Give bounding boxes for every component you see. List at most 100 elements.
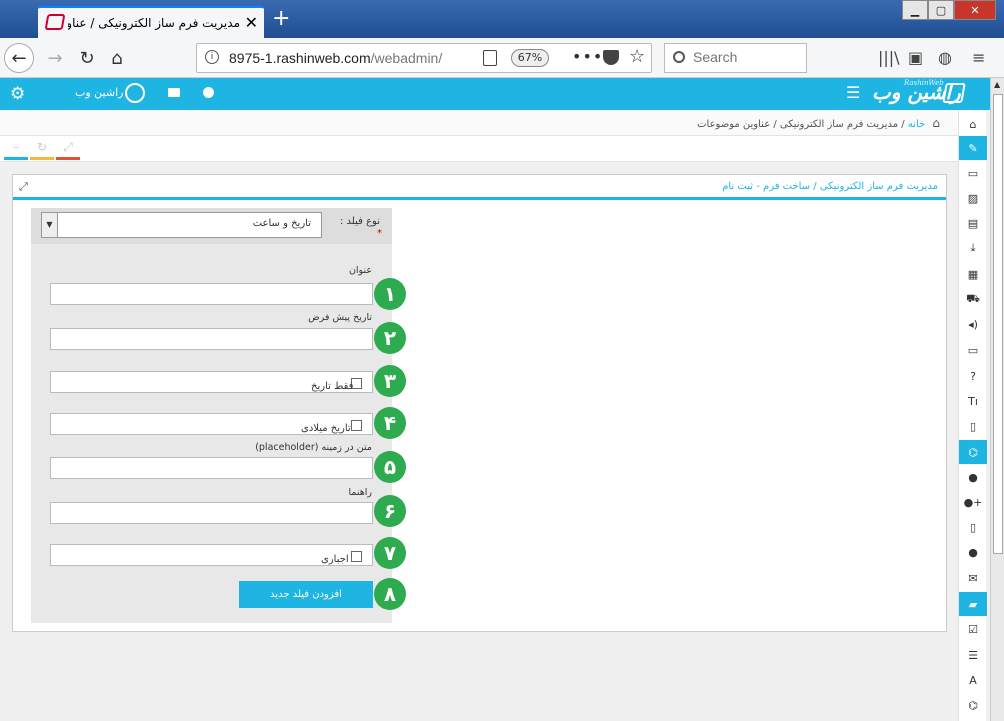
sidebar-form-icon[interactable]: ⌬ (959, 440, 987, 464)
sidebar-cart-icon[interactable]: ⛟ (959, 287, 987, 311)
sidebar-home-icon[interactable]: ⌂ (959, 112, 987, 136)
sidebar-mail-icon[interactable]: ✉ (959, 566, 987, 590)
pocket-icon[interactable] (603, 50, 619, 65)
sidebar-card-icon[interactable]: ▭ (959, 161, 987, 185)
gear-icon[interactable]: ⚙ (10, 84, 25, 104)
minimize-panel-button[interactable]: – (4, 140, 28, 160)
step-badge-5: ۵ (374, 451, 406, 483)
sidebar-settings-icon[interactable]: ⌬ (959, 693, 987, 717)
required-checkbox[interactable] (351, 551, 362, 562)
required-mark: * (377, 228, 382, 239)
bookmark-star-icon[interactable]: ☆ (629, 46, 645, 67)
page-actions-icon[interactable]: ••• (572, 47, 603, 66)
breadcrumb-home-link[interactable]: خانه (908, 119, 925, 130)
sidebar-image-icon[interactable]: ▨ (959, 186, 987, 210)
new-tab-icon[interactable]: + (272, 8, 290, 30)
add-field-button[interactable]: افزودن فیلد جدید (239, 581, 373, 608)
field-type-label: نوع فیلد : (340, 216, 380, 227)
maximize-button[interactable]: ▢ (928, 0, 954, 20)
user-name[interactable]: راشین وب (75, 86, 123, 99)
globe-icon[interactable] (203, 87, 214, 98)
globe-icon[interactable]: ◍ (938, 48, 952, 67)
step-badge-2: ۲ (374, 322, 406, 354)
hamburger-menu-icon[interactable]: ☰ (846, 83, 860, 102)
breadcrumb-current: مدیریت فرم ساز الکترونیکی / عناوین موضوع… (697, 119, 899, 130)
help-input[interactable] (50, 502, 373, 524)
tab-title: مدیریت فرم ساز الکترونیکی / عناو (68, 16, 240, 30)
back-button[interactable]: ← (4, 43, 34, 73)
page-toolbar: – ↻ ⤢ (0, 136, 958, 162)
sidebar-file-icon[interactable]: ▤ (959, 211, 987, 235)
forward-button[interactable]: → (40, 43, 70, 73)
home-icon[interactable]: ⌂ (932, 116, 940, 130)
refresh-panel-button[interactable]: ↻ (30, 140, 54, 160)
gregorian-checkbox[interactable] (351, 420, 362, 431)
step-badge-3: ۳ (374, 365, 406, 397)
reader-view-icon[interactable] (483, 50, 497, 66)
browser-tab[interactable]: مدیریت فرم ساز الکترونیکی / عناو ✕ (38, 6, 264, 38)
chevron-down-icon[interactable]: ▼ (42, 213, 58, 237)
scroll-up-icon[interactable]: ▲ (994, 80, 1000, 89)
panel-header: ⤢ مدیریت فرم ساز الکترونیکی / ساخت فرم -… (13, 175, 946, 200)
library-icon[interactable]: |||\ (878, 48, 900, 67)
window-controls: ▁ ▢ ✕ (902, 0, 996, 20)
menu-icon[interactable]: ≡ (972, 48, 985, 67)
logo-icon (942, 83, 966, 103)
url-bar[interactable]: i 8975-1.rashinweb.com/webadmin/ 67% •••… (196, 43, 652, 73)
form-builder-panel: ⤢ مدیریت فرم ساز الکترونیکی / ساخت فرم -… (12, 174, 947, 632)
date-only-label: فقط تاریخ (311, 381, 354, 392)
sidebar-film-icon[interactable]: ▦ (959, 262, 987, 286)
sidebar-page-icon[interactable]: ▯ (959, 414, 987, 438)
step-badge-8: ۸ (374, 578, 406, 610)
sidebar-help-icon[interactable]: ? (959, 364, 987, 388)
placeholder-label: متن در زمینه (placeholder) (255, 442, 372, 453)
scrollbar-thumb[interactable] (993, 94, 1003, 554)
fullscreen-panel-button[interactable]: ⤢ (56, 140, 80, 160)
sidebar-sound-icon[interactable]: ◂) (959, 312, 987, 336)
sidebar-user-icon[interactable]: ● (959, 465, 987, 489)
title-input[interactable] (50, 283, 373, 305)
required-label: اجباری (321, 554, 349, 565)
sidebar-font-icon[interactable]: A (959, 668, 987, 692)
step-badge-7: ۷ (374, 537, 406, 569)
browser-tab-strip: مدیریت فرم ساز الکترونیکی / عناو ✕ + ▁ ▢… (0, 0, 1004, 38)
minimize-button[interactable]: ▁ (902, 0, 928, 20)
sidebar-edit-icon[interactable]: ✎ (959, 136, 987, 160)
field-type-select[interactable]: ▼ تاریخ و ساعت (41, 212, 322, 238)
step-badge-4: ۴ (374, 407, 406, 439)
sidebar-list-icon[interactable]: ☰ (959, 643, 987, 667)
default-date-input[interactable] (50, 328, 373, 350)
home-button[interactable]: ⌂ (102, 43, 132, 73)
zoom-indicator[interactable]: 67% (511, 49, 549, 67)
vertical-scrollbar[interactable]: ▲ (990, 78, 1004, 721)
sidebar-comment-icon[interactable]: ● (959, 540, 987, 564)
site-info-icon[interactable]: i (205, 50, 219, 64)
field-type-value: تاریخ و ساعت (252, 218, 311, 229)
url-text: 8975-1.rashinweb.com/webadmin/ (229, 50, 443, 66)
placeholder-input[interactable] (50, 457, 373, 479)
sidebar-add-user-icon[interactable]: ●+ (959, 490, 987, 514)
sidebar-download-icon[interactable]: ⤓ (959, 236, 987, 260)
search-input[interactable] (693, 49, 793, 65)
sidebar-icon[interactable]: ▣ (908, 48, 923, 67)
site-favicon-icon (44, 14, 66, 30)
breadcrumb: ⌂ خانه / مدیریت فرم ساز الکترونیکی / عنا… (0, 110, 958, 136)
close-tab-icon[interactable]: ✕ (245, 13, 258, 32)
card-icon[interactable] (168, 88, 180, 97)
site-header: ⚙ راشین وب ☰ RashinWeb راشین وب (0, 78, 990, 110)
sidebar-folder-icon[interactable]: ▰ (959, 592, 987, 616)
help-label: راهنما (348, 487, 373, 498)
sidebar-monitor-icon[interactable]: ▭ (959, 338, 987, 362)
close-window-button[interactable]: ✕ (954, 0, 996, 20)
expand-icon[interactable]: ⤢ (19, 180, 28, 194)
breadcrumb-separator: / (901, 119, 905, 130)
step-badge-6: ۶ (374, 495, 406, 527)
sidebar-text-icon[interactable]: Tı (959, 389, 987, 413)
sidebar-mobile-icon[interactable]: ▯ (959, 515, 987, 539)
search-icon (673, 51, 685, 63)
reload-button[interactable]: ↻ (72, 43, 102, 73)
avatar[interactable] (125, 83, 145, 103)
sidebar-check-icon[interactable]: ☑ (959, 617, 987, 641)
search-box[interactable] (664, 43, 807, 73)
field-type-row: نوع فیلد : * ▼ تاریخ و ساعت (31, 208, 392, 244)
